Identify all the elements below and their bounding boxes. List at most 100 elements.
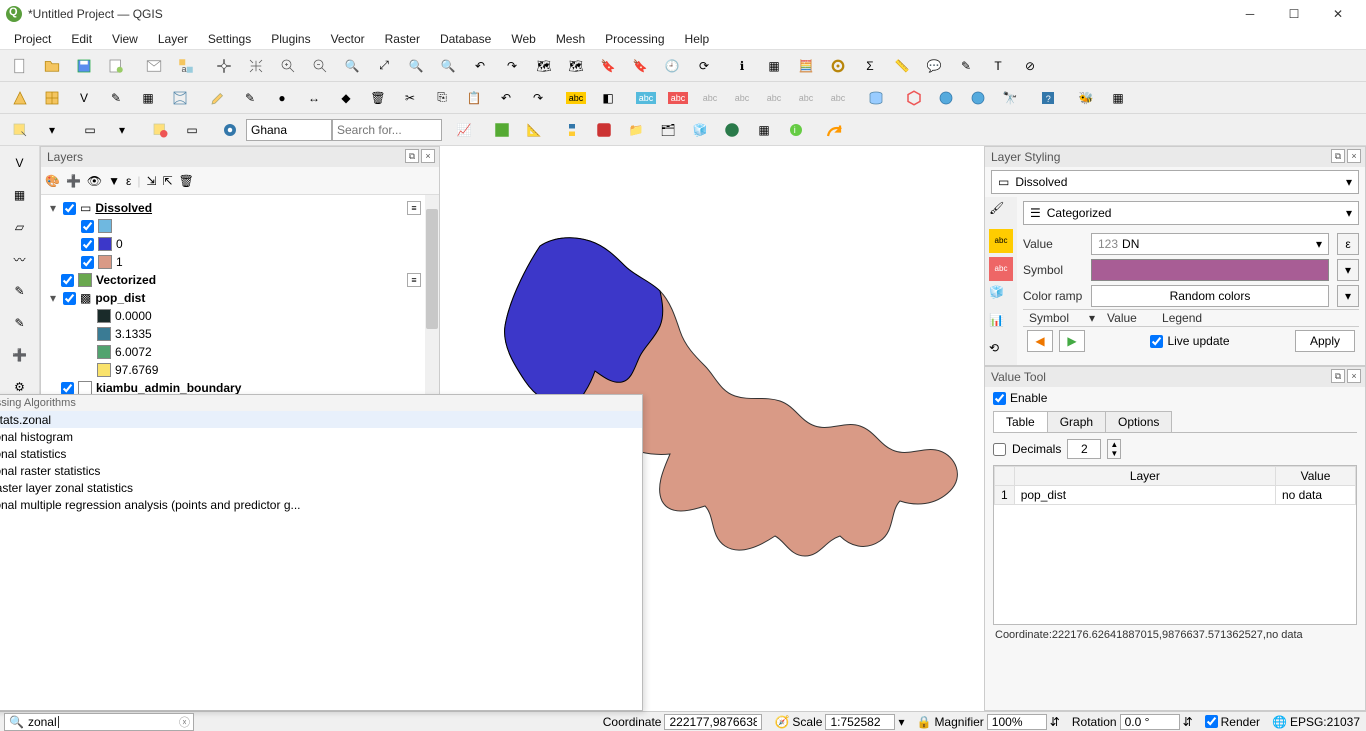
tree-row[interactable]: 0.0000 bbox=[43, 307, 437, 325]
menu-vector[interactable]: Vector bbox=[321, 30, 375, 48]
crs-label[interactable]: EPSG:21037 bbox=[1290, 715, 1360, 729]
menu-edit[interactable]: Edit bbox=[61, 30, 102, 48]
pencil-ruler-icon[interactable]: 📐 bbox=[520, 117, 548, 143]
text-annotation-button[interactable]: T bbox=[984, 53, 1012, 79]
decimals-spin[interactable] bbox=[1067, 439, 1101, 459]
menu-help[interactable]: Help bbox=[675, 30, 720, 48]
cut-button[interactable]: ✂ bbox=[396, 85, 424, 111]
label-red-icon[interactable]: abc bbox=[664, 85, 692, 111]
tree-row[interactable] bbox=[43, 217, 437, 235]
help-button[interactable]: ? bbox=[1034, 85, 1062, 111]
deselect-button[interactable] bbox=[146, 117, 174, 143]
label-g5-icon[interactable]: abc bbox=[824, 85, 852, 111]
new-print-layout-button[interactable] bbox=[102, 53, 130, 79]
menu-mesh[interactable]: Mesh bbox=[546, 30, 595, 48]
collapse-icon[interactable]: ▾ bbox=[47, 291, 59, 305]
renderer-combo[interactable]: ☰ Categorized ▾ bbox=[1023, 201, 1359, 225]
maptips-button[interactable]: 💬 bbox=[920, 53, 948, 79]
zoom-selection-button[interactable]: 🔍 bbox=[402, 53, 430, 79]
measure-button[interactable]: 📏 bbox=[888, 53, 916, 79]
select-dropdown-icon[interactable]: ▾ bbox=[38, 117, 66, 143]
scale-input[interactable] bbox=[825, 714, 895, 730]
coordinate-input[interactable] bbox=[664, 714, 762, 730]
locator-result[interactable]: ✳ Zonal histogram bbox=[0, 428, 642, 445]
label-blue-icon[interactable]: abc bbox=[632, 85, 660, 111]
remove-layer-icon[interactable]: 🗑 bbox=[179, 174, 194, 188]
new-geopackage-button[interactable]: ✎ bbox=[102, 85, 130, 111]
layer-action-icon[interactable]: ≡ bbox=[407, 201, 421, 215]
plugin2-icon[interactable]: ▦ bbox=[1104, 85, 1132, 111]
col-value[interactable]: Value bbox=[1101, 310, 1156, 326]
symbol-dropdown-button[interactable]: ▾ bbox=[1337, 259, 1359, 281]
add-feature-button[interactable]: ● bbox=[268, 85, 296, 111]
expand-all-icon[interactable]: ⇲ bbox=[147, 174, 157, 188]
delete-selected-button[interactable]: 🗑 bbox=[364, 85, 392, 111]
attribute-table-button[interactable]: ▦ bbox=[760, 53, 788, 79]
close-button[interactable]: ✕ bbox=[1316, 0, 1360, 28]
redo-button[interactable]: ↷ bbox=[524, 85, 552, 111]
col-legend[interactable]: Legend bbox=[1156, 310, 1359, 326]
new-spatialite-button[interactable]: ▦ bbox=[134, 85, 162, 111]
zoom-layer-button[interactable]: 🔍 bbox=[434, 53, 462, 79]
styling-layer-combo[interactable]: ▭ Dissolved ▾ bbox=[991, 170, 1359, 194]
menu-layer[interactable]: Layer bbox=[148, 30, 198, 48]
live-update-toggle[interactable]: Live update bbox=[1150, 334, 1229, 348]
new-virtual-button[interactable] bbox=[166, 85, 194, 111]
zoom-in-button[interactable] bbox=[274, 53, 302, 79]
layer-checkbox[interactable] bbox=[61, 382, 74, 395]
orange-arrow-icon[interactable] bbox=[820, 117, 848, 143]
layer-styling-icon[interactable]: 🎨 bbox=[45, 174, 60, 188]
add-layer-icon[interactable]: ➕ bbox=[7, 342, 33, 368]
new-project-button[interactable] bbox=[6, 53, 34, 79]
label-yellow-icon[interactable]: abc bbox=[562, 85, 590, 111]
globe2-icon[interactable] bbox=[964, 85, 992, 111]
layers-panel-close-button[interactable]: × bbox=[421, 149, 435, 163]
locator-result[interactable]: ✳ Zonal statistics bbox=[0, 445, 642, 462]
add-group-icon[interactable]: ➕ bbox=[66, 174, 81, 188]
tree-row[interactable]: 0 bbox=[43, 235, 437, 253]
select-by-expr-button[interactable]: ▭ bbox=[76, 117, 104, 143]
category-checkbox[interactable] bbox=[81, 220, 94, 233]
table-row[interactable]: 1 pop_dist no data bbox=[995, 486, 1356, 505]
db-manager-button[interactable] bbox=[862, 85, 890, 111]
add-raster-layer-button[interactable] bbox=[38, 85, 66, 111]
tree-vectorized[interactable]: Vectorized ≡ bbox=[43, 271, 437, 289]
identify-button[interactable]: ℹ bbox=[728, 53, 756, 79]
label-g4-icon[interactable]: abc bbox=[792, 85, 820, 111]
locator-result[interactable]: ✳ r.stats.zonal bbox=[0, 411, 642, 428]
chart-icon[interactable]: 📈 bbox=[450, 117, 478, 143]
menu-database[interactable]: Database bbox=[430, 30, 501, 48]
label-g2-icon[interactable]: abc bbox=[728, 85, 756, 111]
new-bookmark-button[interactable]: 🔖 bbox=[594, 53, 622, 79]
toggle-editing-button[interactable] bbox=[204, 85, 232, 111]
paste-button[interactable]: 📋 bbox=[460, 85, 488, 111]
locator-input[interactable]: 🔍 zonal ⓧ bbox=[4, 713, 194, 731]
menu-web[interactable]: Web bbox=[501, 30, 545, 48]
lock-icon[interactable]: 🔒 bbox=[916, 715, 931, 729]
tree-row[interactable]: 6.0072 bbox=[43, 343, 437, 361]
globe-plugin-icon[interactable] bbox=[718, 117, 746, 143]
zoom-native-button[interactable]: 🔍 bbox=[338, 53, 366, 79]
spin-icon[interactable]: ⇵ bbox=[1050, 715, 1060, 729]
tree-row[interactable]: 97.6769 bbox=[43, 361, 437, 379]
styling-back-button[interactable]: ◀ bbox=[1027, 330, 1053, 352]
col-symbol[interactable]: Symbol bbox=[1023, 310, 1083, 326]
category-checkbox[interactable] bbox=[81, 256, 94, 269]
collapse-all-icon[interactable]: ⇱ bbox=[163, 174, 173, 188]
layer-checkbox[interactable] bbox=[63, 202, 76, 215]
pan-button[interactable] bbox=[210, 53, 238, 79]
filter-legend-icon[interactable]: ▼ bbox=[108, 174, 120, 188]
spin-buttons-icon[interactable]: ▲▼ bbox=[1107, 439, 1121, 459]
red-plugin-icon[interactable] bbox=[590, 117, 618, 143]
locator-result[interactable]: ◐ Zonal raster statistics bbox=[0, 462, 642, 479]
menu-view[interactable]: View bbox=[102, 30, 148, 48]
rotation-input[interactable] bbox=[1120, 714, 1180, 730]
annotation-button[interactable]: ✎ bbox=[952, 53, 980, 79]
select-dropdown2-icon[interactable]: ▾ bbox=[108, 117, 136, 143]
plugin1-icon[interactable]: 🐝 bbox=[1072, 85, 1100, 111]
bookmarks-button[interactable]: 🔖 bbox=[626, 53, 654, 79]
spin-icon[interactable]: ⇵ bbox=[1183, 715, 1193, 729]
grid-tool-icon[interactable]: ▦ bbox=[7, 182, 33, 208]
toggle-extents-icon[interactable]: 🧭 bbox=[774, 715, 789, 729]
menu-processing[interactable]: Processing bbox=[595, 30, 674, 48]
